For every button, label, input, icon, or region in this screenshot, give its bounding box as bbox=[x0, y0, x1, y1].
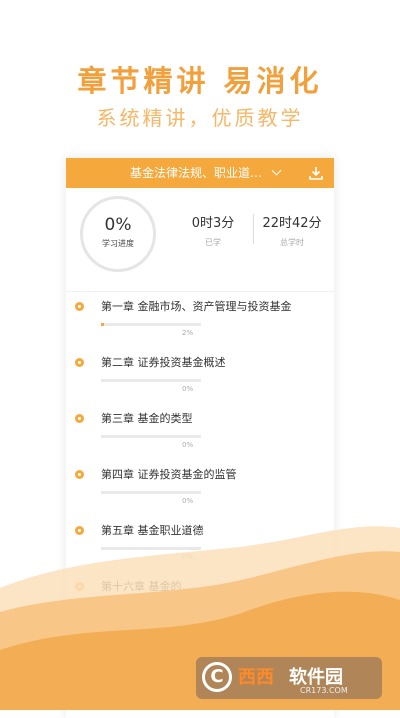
chapter-bullet-icon bbox=[75, 302, 84, 311]
chapter-item[interactable]: 第三章 基金的类型 0% bbox=[66, 404, 334, 462]
chapter-bullet-icon bbox=[75, 414, 84, 423]
chapter-item[interactable]: 第二章 证券投资基金概述 0% bbox=[66, 348, 334, 406]
chapter-item[interactable]: 第一章 金融市场、资产管理与投资基金 2% bbox=[66, 292, 334, 350]
chapter-title: 第一章 金融市场、资产管理与投资基金 bbox=[101, 300, 292, 313]
course-title: 基金法律法规、职业道… bbox=[129, 166, 262, 180]
progress-label: 学习进度 bbox=[102, 239, 134, 248]
chapter-title: 第五章 基金职业道德 bbox=[101, 524, 204, 537]
chapter-title: 第三章 基金的类型 bbox=[101, 412, 193, 425]
progress-ring: 0% 学习进度 bbox=[80, 196, 156, 272]
chapter-bullet-icon bbox=[75, 470, 84, 479]
chapter-progress-bar bbox=[101, 435, 201, 438]
promo-headline: 章节精讲 易消化 bbox=[77, 64, 323, 98]
chapter-progress-text: 0% bbox=[182, 385, 194, 393]
chapter-bullet-icon bbox=[75, 526, 84, 535]
progress-percent: 0% bbox=[104, 215, 132, 235]
chapter-progress-bar bbox=[101, 491, 201, 494]
progress-summary: 0% 学习进度 0时3分 已学 22时42分 总学时 bbox=[66, 188, 334, 292]
chapter-progress-bar bbox=[101, 323, 201, 326]
chapter-progress-text: 0% bbox=[182, 553, 194, 561]
chapter-progress-fill bbox=[101, 323, 104, 326]
chapter-bullet-icon bbox=[75, 358, 84, 367]
stats-divider bbox=[253, 214, 254, 244]
chapter-item[interactable]: 第四章 证券投资基金的监管 0% bbox=[66, 460, 334, 518]
chevron-down-icon bbox=[271, 165, 282, 176]
chapter-title: 第四章 证券投资基金的监管 bbox=[101, 468, 237, 481]
learned-value: 0时3分 bbox=[191, 216, 235, 231]
total-label: 总学时 bbox=[280, 238, 304, 247]
learned-label: 已学 bbox=[205, 238, 221, 247]
chapter-item[interactable]: 第十六章 基金的... bbox=[66, 572, 334, 630]
chapter-title: 第二章 证券投资基金概述 bbox=[101, 356, 226, 369]
chapter-title: 第十六章 基金的... bbox=[101, 580, 192, 593]
watermark-url: CR173.COM bbox=[300, 686, 348, 695]
watermark-logo: C bbox=[202, 662, 232, 692]
chapter-progress-text: 0% bbox=[182, 497, 194, 505]
download-icon[interactable] bbox=[308, 165, 324, 181]
chapter-bullet-icon bbox=[75, 582, 84, 591]
chapter-progress-text: 2% bbox=[182, 329, 194, 337]
chapter-progress-bar bbox=[101, 547, 201, 550]
watermark-badge: C 西西 软件园 CR173.COM bbox=[196, 657, 382, 699]
course-selector[interactable]: 基金法律法规、职业道… bbox=[66, 158, 334, 188]
chapter-item[interactable]: 第五章 基金职业道德 0% bbox=[66, 516, 334, 574]
chapter-progress-bar bbox=[101, 379, 201, 382]
chapter-progress-text: 0% bbox=[182, 441, 194, 449]
total-value: 22时42分 bbox=[262, 216, 322, 231]
watermark-name-a: 西西 bbox=[238, 667, 274, 688]
promo-subline: 系统精讲，优质教学 bbox=[96, 106, 304, 130]
learned-time: 0时3分 已学 bbox=[180, 212, 246, 248]
course-card: 基金法律法规、职业道… 0% 学习进度 0时3分 已学 22时42分 总学时 第… bbox=[66, 158, 334, 718]
total-time: 22时42分 总学时 bbox=[259, 212, 325, 248]
